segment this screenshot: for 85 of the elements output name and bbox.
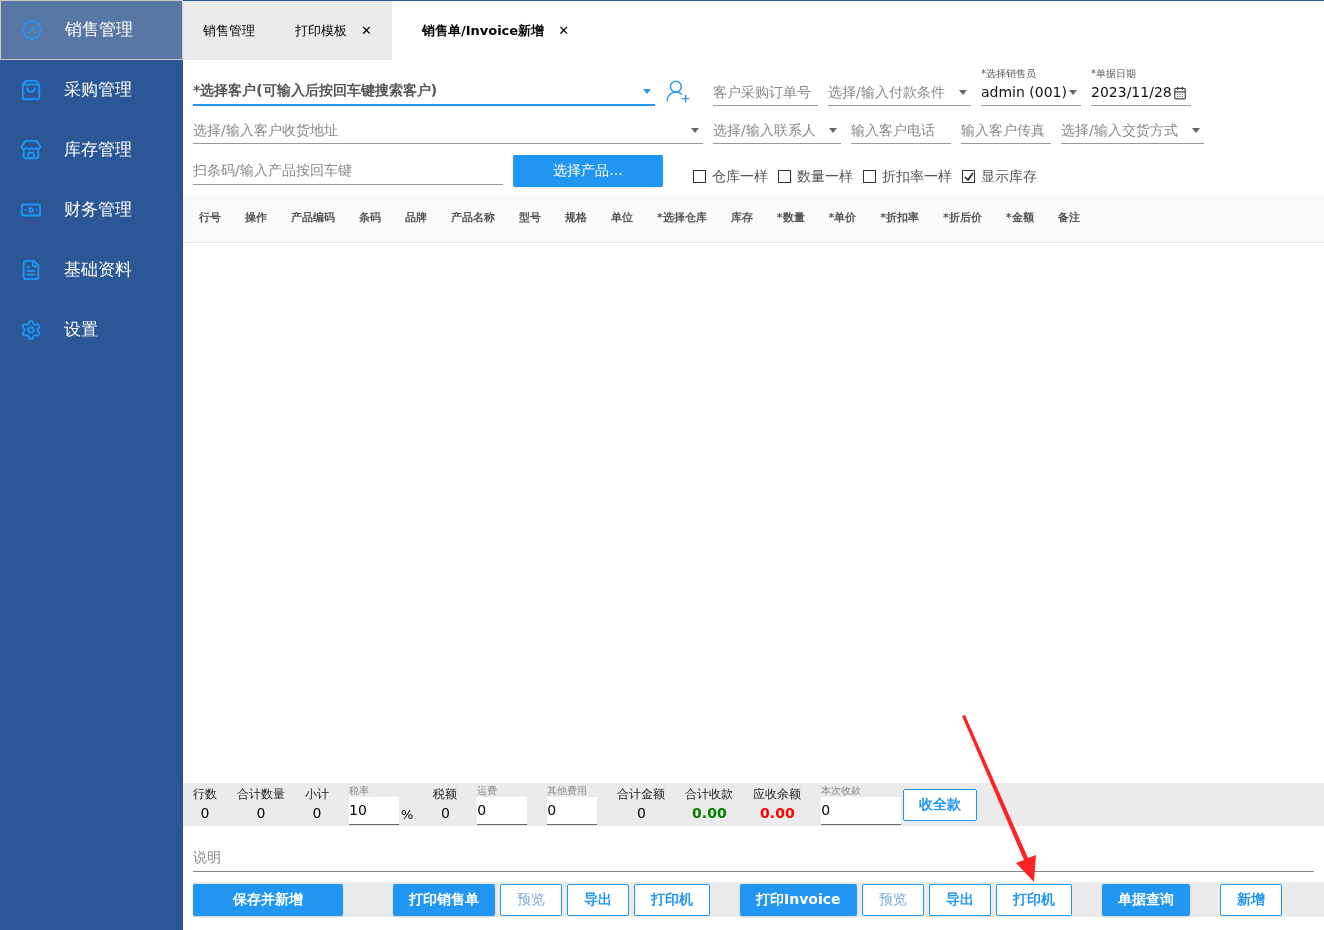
column-header: *金额 (1005, 210, 1034, 227)
column-header: 操作 (245, 210, 267, 227)
store-icon (20, 139, 42, 161)
calendar-icon (1173, 85, 1187, 100)
field-label: 税率 (349, 784, 370, 797)
shopping-bag-icon (20, 79, 42, 101)
add-user-icon[interactable] (665, 78, 691, 104)
checkmark-icon (963, 171, 974, 182)
dropdown-field[interactable]: admin (001) (981, 80, 1081, 106)
input-field[interactable]: 0 (821, 796, 902, 825)
close-icon[interactable]: ✕ (361, 20, 372, 41)
column-header: *单价 (828, 210, 857, 227)
input-field[interactable]: 10 (349, 796, 399, 825)
column-header: 库存 (730, 210, 753, 227)
column-header: 条码 (359, 210, 381, 227)
column-header: *数量 (776, 210, 805, 227)
sidebar-item[interactable]: 财务管理 (0, 180, 183, 240)
sidebar-item[interactable]: 基础资料 (0, 240, 183, 300)
checkbox-option[interactable]: 数量一样 (778, 166, 853, 187)
column-header: *折后价 (943, 210, 982, 227)
column-header: 品牌 (405, 210, 427, 227)
column-header: 单位 (611, 210, 633, 227)
stat-label: 行数 (193, 786, 217, 803)
field-label: 其他费用 (547, 784, 589, 797)
column-header: 规格 (565, 210, 587, 227)
input-field[interactable]: 0 (477, 796, 528, 825)
tab[interactable]: 销售管理 (183, 1, 275, 60)
column-header: 行号 (199, 210, 221, 227)
checkbox[interactable] (693, 170, 706, 183)
column-header: 产品名称 (451, 210, 495, 227)
dropdown-field[interactable]: 选择/输入付款条件 (828, 78, 971, 106)
stat-value: 0.00 (760, 804, 795, 823)
percent-badge-icon (21, 19, 43, 41)
percent-sign: % (401, 806, 414, 824)
date-field[interactable]: 2023/11/28 (1091, 80, 1191, 106)
sidebar-item[interactable]: 采购管理 (0, 60, 183, 120)
column-header: 产品编码 (291, 210, 335, 227)
dropdown-field[interactable]: 选择/输入联系人 (713, 116, 841, 144)
stat-value: 0 (440, 804, 450, 823)
checkbox[interactable] (962, 170, 975, 183)
field-label: *单据日期 (1091, 68, 1137, 80)
sidebar-item[interactable]: 销售管理 (0, 0, 183, 60)
column-header: *折扣率 (880, 210, 920, 227)
stat-value: 0 (636, 804, 646, 823)
stat-label: 应收余额 (753, 786, 802, 803)
caret-icon (959, 90, 967, 95)
caret-icon (1069, 90, 1077, 95)
checkbox-option[interactable]: 显示库存 (962, 166, 1037, 187)
input-field[interactable]: 扫条码/输入产品按回车键 (193, 156, 503, 185)
caret-icon (829, 128, 837, 133)
caret-icon (1192, 128, 1200, 133)
stat-label: 税额 (433, 786, 458, 803)
stat-label: 小计 (305, 786, 329, 803)
dropdown-field[interactable]: *选择客户(可输入后按回车键搜索客户) (193, 76, 655, 106)
caret-icon (643, 89, 651, 94)
caret-icon (691, 128, 699, 133)
stat-value: 0.00 (692, 804, 727, 823)
stat-label: 合计收款 (685, 786, 734, 803)
stat-value: 0 (312, 804, 322, 823)
column-header: 型号 (519, 210, 541, 227)
sidebar-item[interactable]: 设置 (0, 300, 183, 360)
stat-value: 0 (200, 804, 210, 823)
checkbox-option[interactable]: 仓库一样 (693, 166, 768, 187)
checkbox-option[interactable]: 折扣率一样 (863, 166, 952, 187)
checkbox[interactable] (778, 170, 791, 183)
checkbox[interactable] (863, 170, 876, 183)
stat-label: 合计数量 (237, 786, 285, 803)
dropdown-field[interactable]: 选择/输入交货方式 (1061, 116, 1204, 144)
close-icon[interactable]: ✕ (558, 20, 570, 41)
stat-value: 0 (256, 804, 266, 823)
document-icon (20, 259, 42, 281)
field-label: 运费 (477, 784, 499, 797)
input-field[interactable]: 客户采购订单号 (713, 78, 818, 106)
input-field[interactable]: 0 (547, 796, 598, 825)
field-label: 本次收款 (821, 784, 863, 797)
settings-icon (20, 319, 42, 341)
column-header: *选择仓库 (657, 210, 707, 227)
input-field[interactable]: 输入客户电话 (851, 116, 951, 144)
stat-label: 合计金额 (617, 786, 666, 803)
field-label: *选择销售员 (981, 68, 1037, 80)
input-field[interactable]: 输入客户传真 (961, 116, 1051, 144)
tab[interactable]: 打印模板 ✕ (275, 1, 392, 60)
column-header: 备注 (1057, 210, 1080, 227)
dropdown-field[interactable]: 选择/输入客户收货地址 (193, 116, 703, 144)
sidebar-item[interactable]: 库存管理 (0, 120, 183, 180)
